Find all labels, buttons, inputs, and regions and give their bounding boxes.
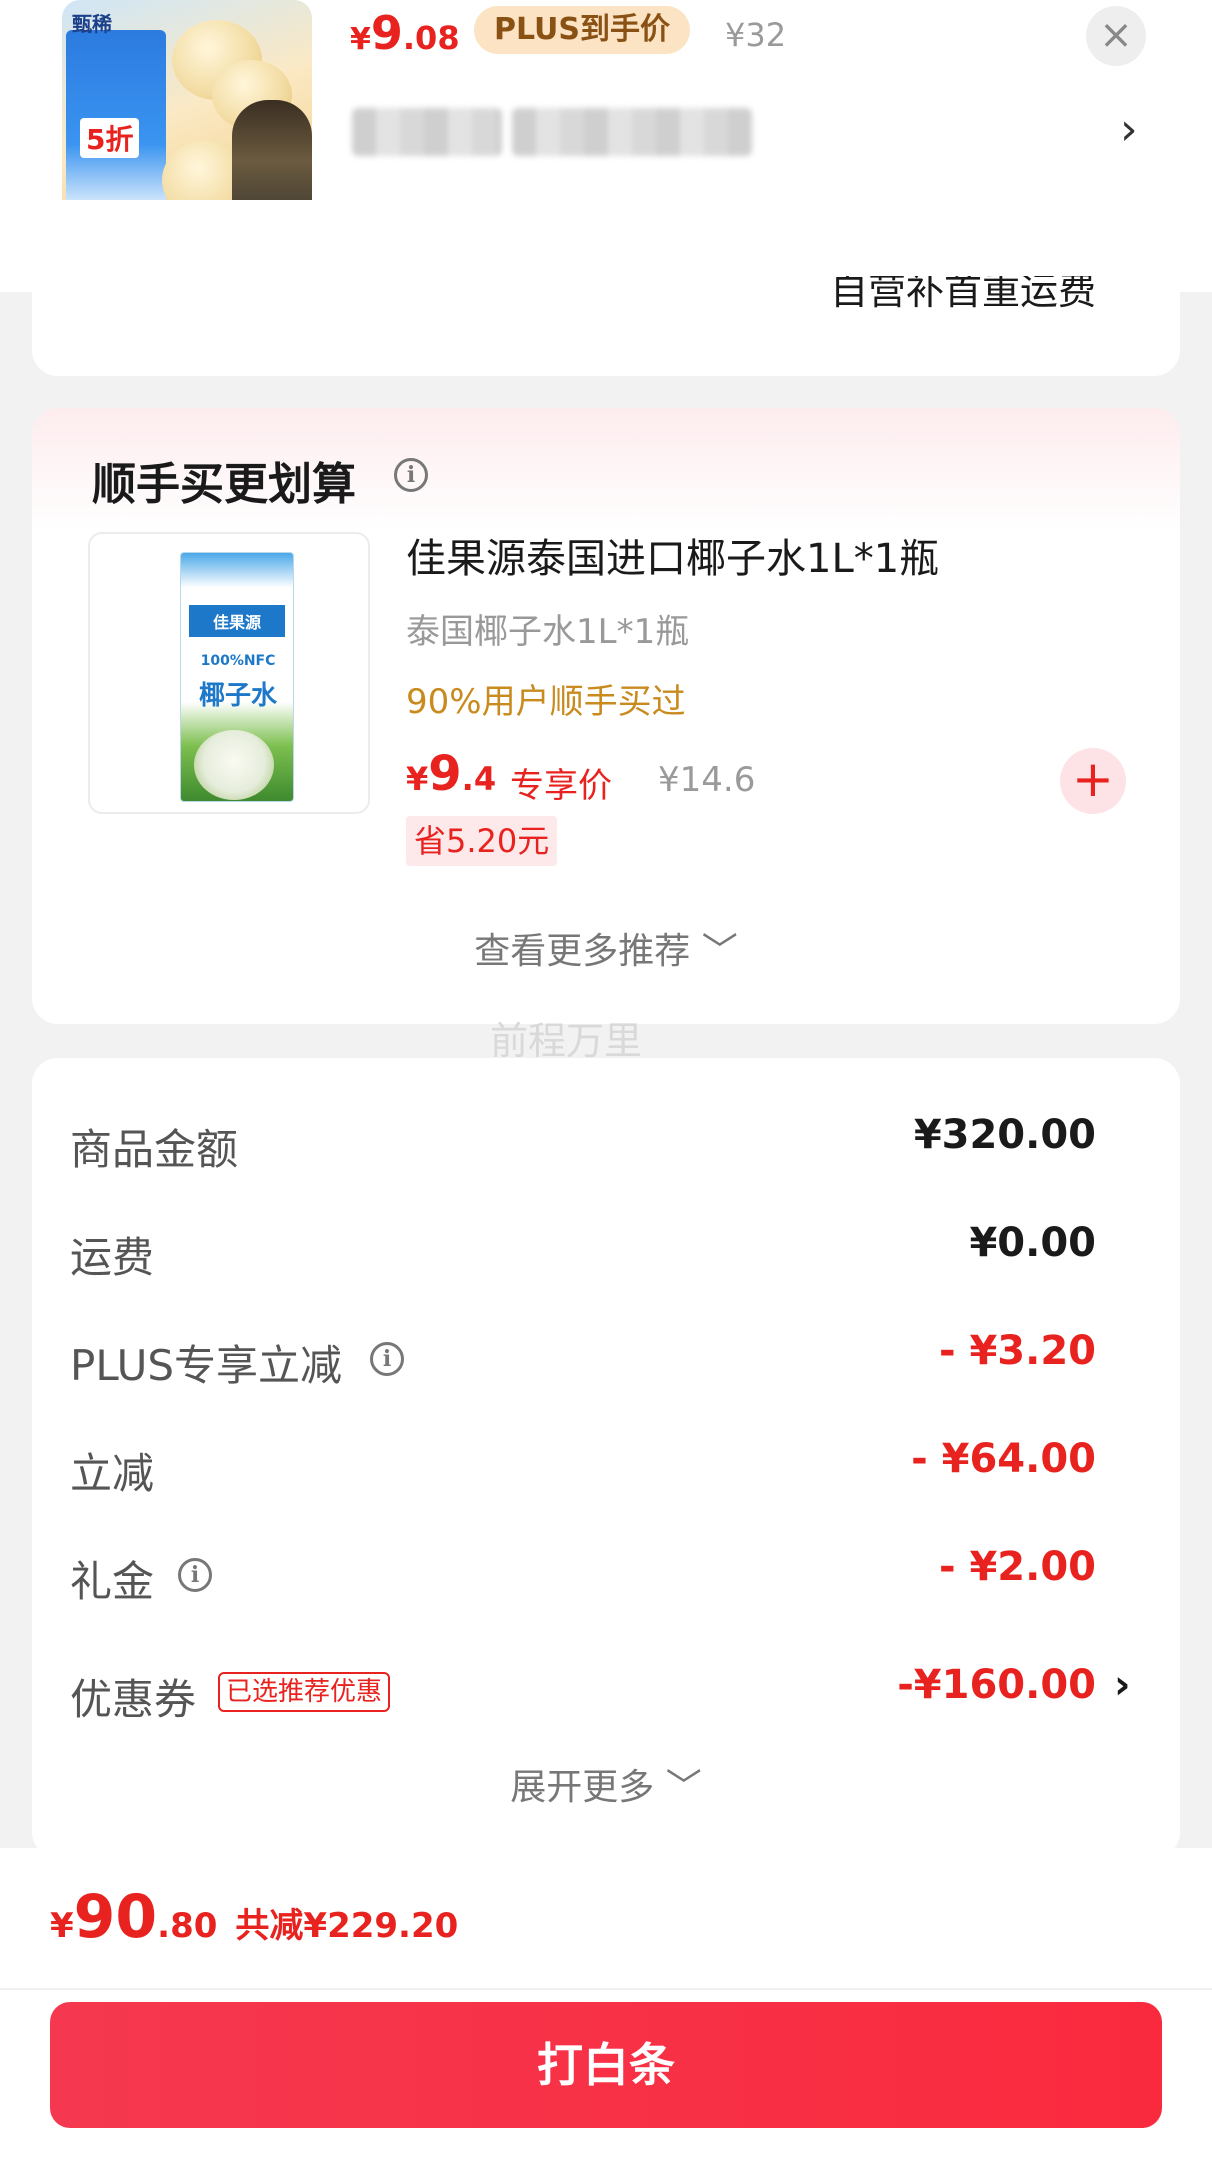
thumb-discount-text: 5折 — [80, 118, 140, 158]
summary-value: ¥0.00 — [969, 1220, 1096, 1266]
total-currency: ¥ — [50, 1906, 74, 1946]
price-currency: ¥ — [350, 22, 371, 57]
see-more-recommendations[interactable]: 查看更多推荐 ﹀ — [32, 922, 1180, 974]
watermark-text: 前程万里 — [490, 1019, 643, 1063]
recommend-price: ¥ 9 .4 — [406, 746, 496, 802]
carton-brand: 佳果源 — [189, 605, 285, 637]
shipping-note: 自营补首重运费 — [829, 276, 1096, 313]
summary-value: ¥320.00 — [913, 1112, 1096, 1158]
recommend-product-image[interactable]: 佳果源 100%NFC 椰子水 — [88, 532, 370, 814]
recommend-card: 顺手买更划算 i 佳果源 100%NFC 椰子水 佳果源泰国进口椰子水1L*1瓶… — [32, 408, 1180, 1024]
price-integer: 9 — [428, 746, 462, 802]
coconut-graphic — [194, 730, 274, 800]
summary-label: 运费 — [70, 1233, 155, 1282]
summary-label: 立减 — [70, 1449, 155, 1498]
price-summary-card: 商品金额 ¥320.00 运费 ¥0.00 PLUS专享立减 i - ¥3.20… — [32, 1058, 1180, 1858]
summary-value: - ¥64.00 — [911, 1436, 1096, 1482]
chevron-right-icon[interactable]: › — [1120, 104, 1138, 155]
recommend-product-spec: 泰国椰子水1L*1瓶 — [406, 612, 690, 652]
summary-row-shipping: 运费 ¥0.00 — [70, 1220, 1096, 1282]
plus-icon: + — [1072, 750, 1114, 808]
blurred-product-title — [512, 108, 752, 156]
summary-label: PLUS专享立减 — [70, 1341, 343, 1390]
price-decimal: .08 — [402, 19, 460, 57]
price-currency: ¥ — [406, 760, 429, 798]
price-decimal: .4 — [461, 760, 497, 798]
total-decimal: .80 — [157, 1906, 218, 1946]
summary-value: - ¥2.00 — [938, 1544, 1096, 1590]
info-icon[interactable]: i — [394, 458, 428, 492]
total-integer: 90 — [73, 1882, 158, 1952]
recommend-title: 顺手买更划算 — [92, 459, 356, 510]
coupon-selected-tag: 已选推荐优惠 — [218, 1672, 391, 1712]
summary-label: 商品金额 — [70, 1125, 239, 1174]
info-icon[interactable]: i — [178, 1558, 212, 1592]
summary-row-instant-discount: 立减 - ¥64.00 — [70, 1436, 1096, 1498]
recommend-social-proof: 90%用户顺手买过 — [406, 682, 686, 722]
total-reduced-text: 共减¥229.20 — [235, 1906, 459, 1946]
expand-more-toggle[interactable]: 展开更多 ﹀ — [32, 1758, 1180, 1810]
summary-value: -¥160.00 — [897, 1662, 1096, 1708]
exclusive-price-label: 专享价 — [510, 766, 612, 806]
add-to-order-button[interactable]: + — [1060, 748, 1126, 814]
summary-row-plus-discount: PLUS专享立减 i - ¥3.20 — [70, 1328, 1096, 1390]
order-total: ¥ 90 .80 共减¥229.20 — [50, 1882, 458, 1952]
pay-with-baitiao-button[interactable]: 打白条 — [50, 2002, 1162, 2128]
summary-row-gift-money: 礼金 i - ¥2.00 — [70, 1544, 1096, 1606]
summary-label: 优惠券 — [70, 1675, 197, 1724]
top-original-price: ¥32 — [725, 16, 787, 54]
summary-label: 礼金 — [70, 1557, 155, 1606]
top-product-price: ¥ 9 .08 — [350, 6, 460, 60]
checkout-footer: ¥ 90 .80 共减¥229.20 打白条 — [0, 1848, 1212, 2164]
info-icon[interactable]: i — [370, 1342, 404, 1376]
carton-nfc: 100%NFC — [200, 653, 276, 669]
blurred-product-title — [352, 108, 502, 156]
summary-row-subtotal: 商品金额 ¥320.00 — [70, 1112, 1096, 1174]
recommend-original-price: ¥14.6 — [658, 760, 756, 800]
shipping-card: 自营补首重运费 — [32, 200, 1180, 376]
carton-name: 椰子水 — [198, 681, 277, 711]
price-integer: 9 — [370, 6, 403, 60]
divider — [0, 1988, 1212, 1990]
close-icon[interactable]: × — [1086, 6, 1146, 66]
savings-badge: 省5.20元 — [406, 816, 558, 866]
thumb-brand-text: 甄稀 — [72, 12, 112, 36]
summary-row-coupon[interactable]: 优惠券 已选推荐优惠 -¥160.00 — [70, 1662, 1096, 1724]
chevron-right-icon[interactable]: › — [1114, 1662, 1130, 1708]
recommend-product-name[interactable]: 佳果源泰国进口椰子水1L*1瓶 — [406, 526, 939, 584]
summary-value: - ¥3.20 — [938, 1328, 1096, 1374]
plus-price-badge: PLUS到手价 — [474, 6, 691, 54]
